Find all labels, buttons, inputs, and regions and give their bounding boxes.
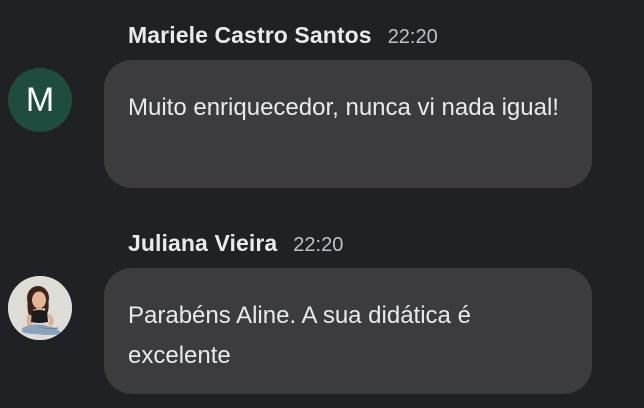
message-bubble[interactable]: Parabéns Aline. A sua didática é excelen… xyxy=(104,268,592,394)
sender-name: Juliana Vieira xyxy=(128,230,278,256)
message-header: Mariele Castro Santos 22:20 xyxy=(128,22,438,49)
user-photo-avatar-icon xyxy=(8,276,72,340)
message-text: Parabéns Aline. A sua didática é excelen… xyxy=(128,302,471,369)
message-timestamp: 22:20 xyxy=(293,234,344,256)
message-header: Juliana Vieira 22:20 xyxy=(128,230,343,257)
sender-name: Mariele Castro Santos xyxy=(128,22,372,48)
avatar[interactable] xyxy=(8,276,72,340)
message-bubble[interactable]: Muito enriquecedor, nunca vi nada igual! xyxy=(104,60,592,188)
message-text: Muito enriquecedor, nunca vi nada igual! xyxy=(128,94,559,121)
avatar[interactable]: M xyxy=(8,68,72,132)
message-timestamp: 22:20 xyxy=(387,26,438,48)
avatar-letter: M xyxy=(25,80,55,119)
